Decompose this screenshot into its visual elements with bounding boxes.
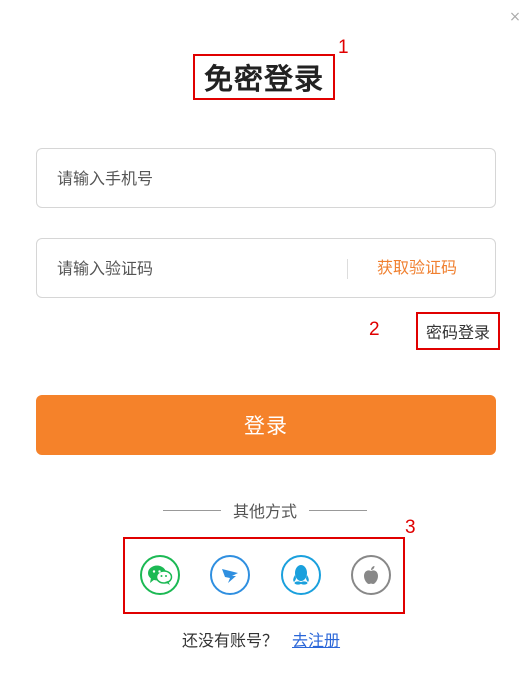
code-input[interactable]: [57, 239, 337, 297]
apple-icon: [364, 566, 378, 584]
divider-line-right: [308, 509, 367, 511]
no-account-text: 还没有账号？: [182, 631, 279, 650]
divider-line-left: [163, 509, 221, 511]
other-methods-divider: 其他方式: [163, 498, 367, 522]
annotation-number-2: 2: [369, 319, 380, 340]
annotation-box-2: [416, 312, 500, 350]
annotation-box-1: [193, 54, 335, 100]
qq-login-button[interactable]: [281, 555, 321, 595]
get-code-button[interactable]: 获取验证码: [377, 239, 457, 297]
apple-login-button[interactable]: [351, 555, 391, 595]
wechat-icon: [148, 565, 173, 585]
code-field[interactable]: 获取验证码: [36, 238, 496, 298]
field-divider: [347, 259, 348, 279]
qq-icon: [293, 565, 309, 585]
annotation-number-1: 1: [338, 37, 349, 58]
close-icon[interactable]: ×: [508, 10, 522, 24]
dingtalk-login-button[interactable]: [210, 555, 250, 595]
login-button[interactable]: 登录: [36, 395, 496, 455]
register-link[interactable]: 去注册: [292, 627, 340, 651]
other-methods-label: 其他方式: [232, 502, 297, 521]
register-prompt: 还没有账号？ 去注册: [182, 627, 340, 651]
phone-field[interactable]: [36, 148, 496, 208]
dingtalk-icon: [222, 569, 238, 583]
phone-input[interactable]: [57, 149, 477, 207]
wechat-login-button[interactable]: [140, 555, 180, 595]
annotation-number-3: 3: [405, 517, 416, 538]
